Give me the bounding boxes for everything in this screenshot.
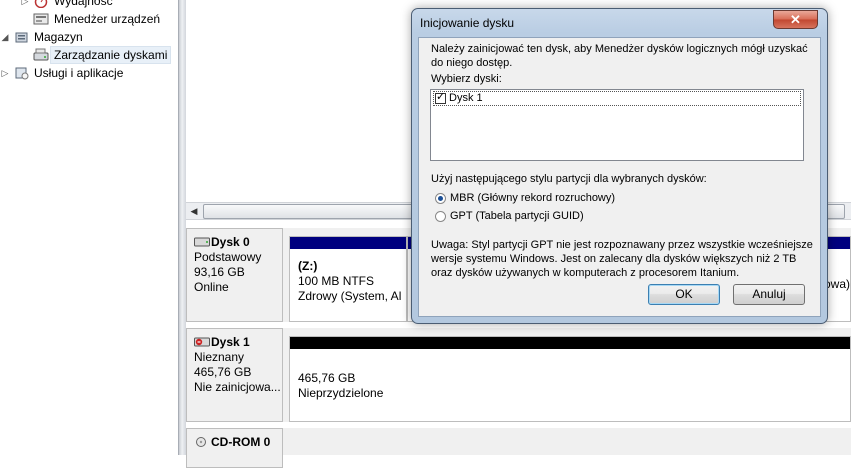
gpt-radio-label[interactable]: GPT (Tabela partycji GUID) bbox=[450, 209, 584, 223]
dialog-title: Inicjowanie dysku bbox=[420, 16, 515, 30]
volume-block[interactable]: (Z:) 100 MB NTFS Zdrowy (System, Al bbox=[289, 236, 407, 322]
expand-arrow-icon[interactable]: ▷ bbox=[0, 64, 10, 82]
volume-health: Zdrowy (System, Al bbox=[298, 289, 402, 303]
services-icon bbox=[14, 66, 30, 80]
gpt-note-line1: Uwaga: Styl partycji GPT nie jest rozpoz… bbox=[431, 239, 813, 251]
partition-style-label: Użyj następującego stylu partycji dla wy… bbox=[431, 173, 707, 185]
volume-detail: 100 MB NTFS bbox=[298, 274, 375, 288]
unallocated-block[interactable]: 465,76 GB Nieprzydzielone bbox=[289, 336, 851, 422]
volume-text: (Z:) 100 MB NTFS Zdrowy (System, Al bbox=[298, 259, 401, 304]
intro-text-line2: do niego dostęp. bbox=[431, 57, 513, 69]
disk-row[interactable]: Dysk 1 Nieznany 465,76 GB Nie zainicjowa… bbox=[186, 328, 851, 422]
intro-text-line1: Należy zainicjować ten dysk, aby Menedże… bbox=[431, 43, 808, 55]
device-manager-icon bbox=[33, 12, 49, 26]
disk-title-text: CD-ROM 0 bbox=[211, 435, 271, 449]
unknown-disk-icon bbox=[194, 336, 210, 347]
pane-splitter[interactable] bbox=[178, 0, 186, 455]
dialog-titlebar[interactable]: Inicjowanie dysku ✕ bbox=[412, 9, 827, 36]
mbr-radio-label[interactable]: MBR (Główny rekord rozruchowy) bbox=[450, 191, 615, 205]
storage-icon bbox=[14, 30, 30, 44]
ok-button[interactable]: OK bbox=[648, 284, 720, 305]
select-disks-label: Wybierz dyski: bbox=[431, 73, 502, 85]
cd-rom-icon bbox=[194, 436, 210, 447]
disk-title: Dysk 1 bbox=[194, 335, 282, 350]
volume-name: (Z:) bbox=[298, 259, 318, 273]
disk-title-text: Dysk 0 bbox=[211, 235, 250, 249]
console-tree: ▷ Wydajność Menedżer urządzeń ◢ Magazyn … bbox=[0, 0, 178, 455]
disk-info[interactable]: CD-ROM 0 bbox=[186, 428, 283, 468]
disk-type: Nieznany bbox=[194, 350, 245, 364]
tree-item-label: Wydajność bbox=[54, 0, 113, 8]
close-icon: ✕ bbox=[790, 12, 801, 27]
unallocated-bar bbox=[290, 337, 850, 349]
dialog-client-area: Należy zainicjować ten dysk, aby Menedże… bbox=[418, 37, 821, 317]
tree-item-label: Magazyn bbox=[34, 30, 83, 44]
volume-size: 465,76 GB bbox=[298, 371, 356, 385]
collapse-arrow-icon[interactable]: ◢ bbox=[0, 28, 10, 46]
disk-title-text: Dysk 1 bbox=[211, 335, 250, 349]
disk-type: Podstawowy bbox=[194, 250, 262, 264]
scroll-left-icon[interactable]: ◀ bbox=[186, 203, 202, 219]
gpt-radio[interactable] bbox=[435, 211, 446, 222]
tree-item-label: Zarządzanie dyskami bbox=[50, 46, 172, 64]
disk-status: Nie zainicjowa... bbox=[194, 380, 281, 394]
disk-size: 93,16 GB bbox=[194, 265, 245, 279]
expand-arrow-icon[interactable]: ▷ bbox=[20, 0, 30, 10]
volume-text: 465,76 GB Nieprzydzielone bbox=[298, 371, 383, 401]
checkmark-icon: ✓ bbox=[436, 91, 446, 103]
disk-list-item-label: Dysk 1 bbox=[449, 92, 483, 104]
mbr-radio[interactable] bbox=[435, 193, 446, 204]
disk-row[interactable]: CD-ROM 0 bbox=[186, 428, 851, 468]
disk-list-item[interactable]: ✓ Dysk 1 bbox=[433, 91, 801, 106]
disk-title: CD-ROM 0 bbox=[194, 435, 282, 450]
volume-state: Nieprzydzielone bbox=[298, 386, 384, 400]
close-button[interactable]: ✕ bbox=[773, 10, 818, 29]
disk-info[interactable]: Dysk 0 Podstawowy 93,16 GB Online bbox=[186, 228, 283, 322]
gpt-note-line2: wersje systemu Windows. Jest on zalecany… bbox=[431, 253, 797, 265]
tree-item-label: Menedżer urządzeń bbox=[54, 12, 161, 26]
disk-checkbox[interactable]: ✓ bbox=[435, 91, 446, 104]
disk-info[interactable]: Dysk 1 Nieznany 465,76 GB Nie zainicjowa… bbox=[186, 328, 283, 422]
gpt-note-line3: oraz dysków używanych w komputerach z pr… bbox=[431, 267, 740, 279]
disk-listbox[interactable]: ✓ Dysk 1 bbox=[430, 89, 804, 161]
performance-icon bbox=[33, 0, 49, 9]
disk-title: Dysk 0 bbox=[194, 235, 282, 250]
disk-size: 465,76 GB bbox=[194, 365, 252, 379]
cancel-button[interactable]: Anuluj bbox=[733, 284, 805, 305]
initialize-disk-dialog: Inicjowanie dysku ✕ Należy zainicjować t… bbox=[411, 8, 828, 324]
primary-partition-bar bbox=[290, 237, 406, 249]
tree-item-label: Usługi i aplikacje bbox=[34, 66, 124, 80]
disk-management-icon bbox=[33, 48, 49, 62]
disk-status: Online bbox=[194, 280, 229, 294]
hard-disk-icon bbox=[194, 236, 210, 247]
